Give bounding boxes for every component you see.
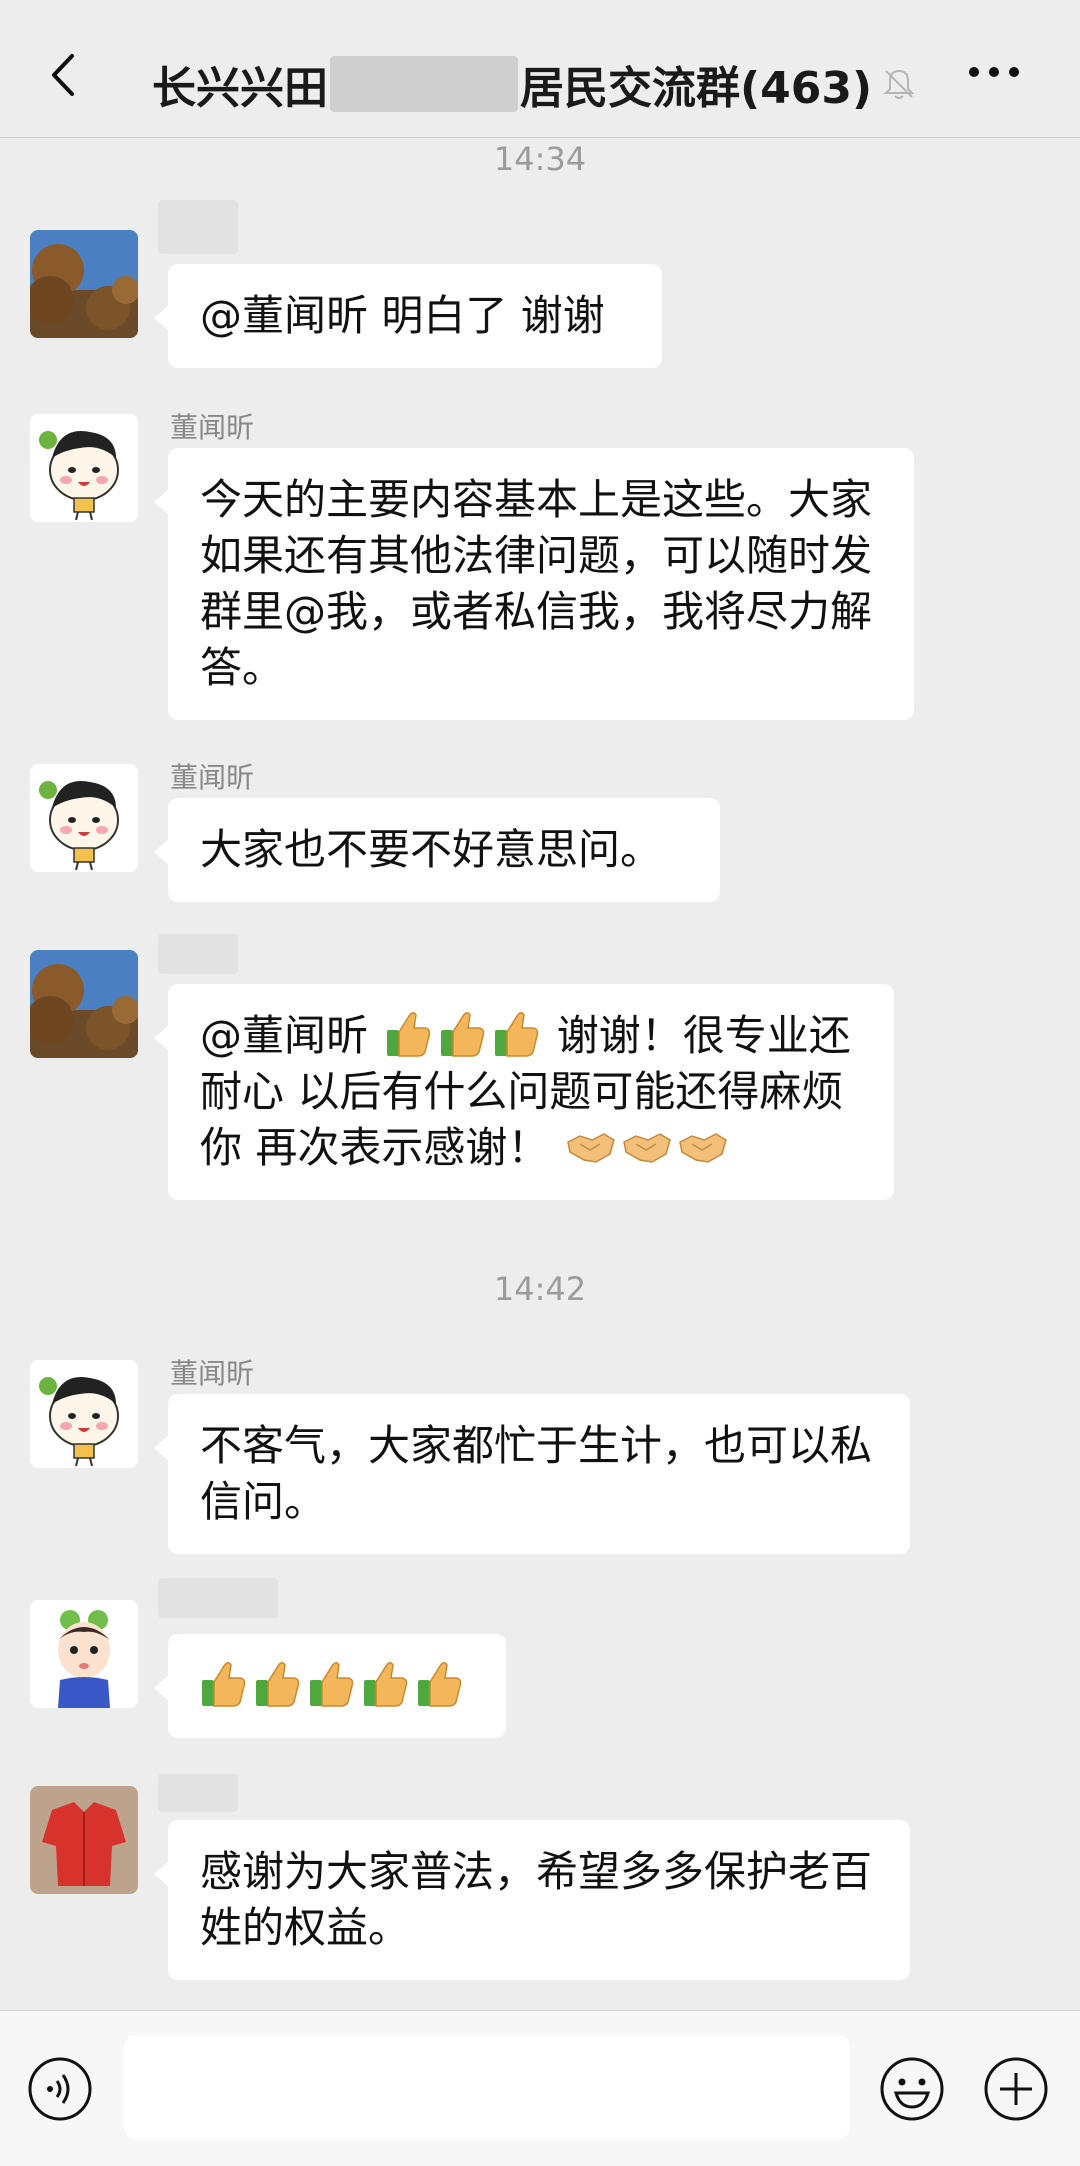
- message-text: 不客气，大家都忙于生计，也可以私信问。: [200, 1421, 873, 1526]
- avatar[interactable]: [30, 1600, 138, 1708]
- thumbs-up-icon: [416, 1660, 462, 1708]
- message-text: 大家也不要不好意思问。: [200, 825, 663, 874]
- chat-title-suffix: 居民交流群(463): [520, 63, 873, 114]
- avatar[interactable]: [30, 1360, 138, 1468]
- redacted-sender-name: [158, 1774, 238, 1812]
- thumbs-up-icon: [439, 1010, 485, 1058]
- avatar[interactable]: [30, 414, 138, 522]
- sender-name: 董闻昕: [170, 411, 255, 444]
- message-mention: @董闻昕: [200, 1011, 369, 1060]
- handshake-icon: [678, 1126, 728, 1166]
- handshake-icon: [622, 1126, 672, 1166]
- thumbs-up-icon: [254, 1660, 300, 1708]
- message-bubble[interactable]: 不客气，大家都忙于生计，也可以私信问。: [154, 1394, 910, 1554]
- redacted-sender-name: [158, 200, 238, 254]
- message-text: 感谢为大家普法，希望多多保护老百姓的权益。: [200, 1847, 873, 1952]
- message-bubble[interactable]: 大家也不要不好意思问。: [154, 798, 720, 902]
- message-bubble[interactable]: @董闻昕 明白了 谢谢: [154, 264, 662, 368]
- timestamp: 14:42: [493, 1270, 587, 1308]
- sender-name: 董闻昕: [170, 761, 255, 794]
- message-bubble[interactable]: 感谢为大家普法，希望多多保护老百姓的权益。: [154, 1820, 910, 1980]
- chat-title: 长兴兴田 居民交流群(463): [152, 52, 916, 116]
- chat-header: 长兴兴田 居民交流群(463): [0, 0, 1080, 138]
- avatar[interactable]: [30, 764, 138, 872]
- message-text: @董闻昕 明白了 谢谢: [200, 291, 605, 340]
- message-bubble[interactable]: 👍👍👍👍👍: [154, 1634, 506, 1738]
- message-input[interactable]: [124, 2035, 850, 2139]
- redacted-title-part: [330, 56, 518, 112]
- message-bubble[interactable]: 今天的主要内容基本上是这些。大家如果还有其他法律问题，可以随时发群里@我，或者私…: [154, 448, 914, 720]
- avatar[interactable]: [30, 1786, 138, 1894]
- message-text: 今天的主要内容基本上是这些。大家如果还有其他法律问题，可以随时发群里@我，或者私…: [200, 475, 873, 692]
- sender-name: 董闻昕: [170, 1357, 255, 1390]
- message-emoji-row: 👍👍👍👍👍: [168, 1634, 169, 1635]
- back-icon[interactable]: [40, 50, 90, 100]
- chat-title-prefix: 长兴兴田: [152, 63, 328, 114]
- thumbs-up-icon: [362, 1660, 408, 1708]
- avatar[interactable]: [30, 230, 138, 338]
- thumbs-up-icon: [200, 1660, 246, 1708]
- thumbs-up-icon: [493, 1010, 539, 1058]
- redacted-sender-name: [158, 1578, 278, 1618]
- handshake-icon: [566, 1126, 616, 1166]
- thumbs-up-icon: [308, 1660, 354, 1708]
- mute-bell-icon: [883, 69, 915, 99]
- plus-icon[interactable]: [982, 2055, 1050, 2123]
- emoji-icon[interactable]: [878, 2055, 946, 2123]
- avatar[interactable]: [30, 950, 138, 1058]
- more-icon[interactable]: [964, 62, 1024, 82]
- input-bar: [0, 2010, 1080, 2166]
- timestamp: 14:34: [493, 140, 587, 178]
- message-bubble[interactable]: @董闻昕 谢谢！很专业还耐心 以后有什么问题可能还得麻烦你 再次表示感谢！: [154, 984, 894, 1200]
- redacted-sender-name: [158, 934, 238, 974]
- thumbs-up-icon: [385, 1010, 431, 1058]
- voice-icon[interactable]: [26, 2055, 94, 2123]
